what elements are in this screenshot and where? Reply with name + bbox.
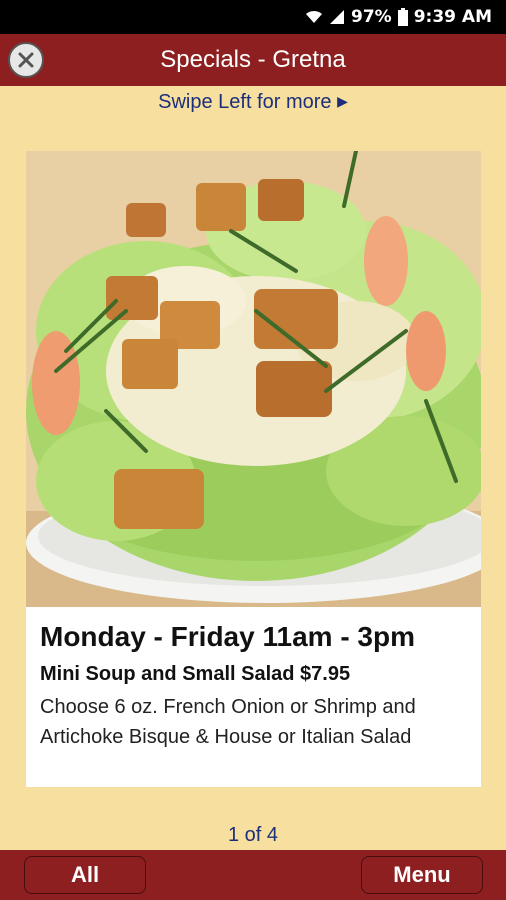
battery-percent: 97% xyxy=(351,7,392,27)
battery-icon xyxy=(397,8,408,26)
close-icon xyxy=(18,52,34,68)
status-bar: 97% 9:39 AM xyxy=(0,0,506,34)
close-button[interactable] xyxy=(8,42,44,78)
page-title: Specials - Gretna xyxy=(160,46,346,73)
special-photo xyxy=(26,151,481,607)
swipe-hint: Swipe Left for more ▶ xyxy=(0,88,506,114)
all-button[interactable]: All xyxy=(24,856,146,894)
caesar-salad-photo xyxy=(26,151,481,607)
wifi-icon xyxy=(306,10,323,23)
special-title: Monday - Friday 11am - 3pm xyxy=(40,621,415,652)
menu-button[interactable]: Menu xyxy=(361,856,483,894)
header-bar: Specials - Gretna xyxy=(0,34,506,86)
special-subtitle: Mini Soup and Small Salad $7.95 xyxy=(40,663,351,685)
swipe-hint-text: Swipe Left for more xyxy=(158,91,332,113)
arrow-right-icon: ▶ xyxy=(337,93,348,109)
page-indicator: 1 of 4 xyxy=(227,824,279,846)
special-card[interactable]: Monday - Friday 11am - 3pm Mini Soup and… xyxy=(26,151,481,787)
bottom-bar: All Menu xyxy=(0,850,506,900)
special-description: Choose 6 oz. French Onion or Shrimp and … xyxy=(40,696,416,748)
special-details: Monday - Friday 11am - 3pm Mini Soup and… xyxy=(40,621,470,752)
clock: 9:39 AM xyxy=(413,7,492,27)
cell-signal-icon xyxy=(330,10,345,24)
